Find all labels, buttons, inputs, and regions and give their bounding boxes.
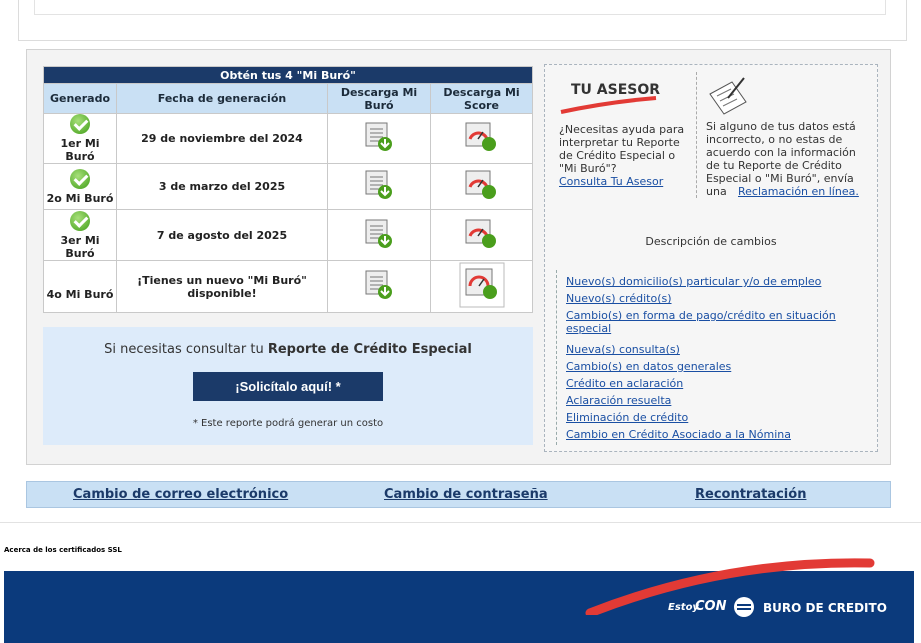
generated-cell: 1er Mi Buró	[43, 113, 117, 164]
header-fecha: Fecha de generación	[116, 83, 328, 114]
download-score-button[interactable]	[430, 113, 533, 164]
download-buro-button[interactable]	[327, 260, 431, 313]
changes-divider	[556, 270, 557, 445]
change-password-link[interactable]: Cambio de contraseña	[384, 487, 548, 502]
top-inner-panel	[34, 0, 886, 15]
download-score-button[interactable]	[430, 209, 533, 261]
request-report-button[interactable]: ¡Solicítalo aquí! *	[193, 372, 383, 401]
download-buro-button[interactable]	[327, 163, 431, 210]
footer-con: CON	[695, 599, 727, 614]
change-link[interactable]: Aclaración resuelta	[566, 394, 671, 407]
report-download-icon[interactable]	[365, 218, 393, 250]
row-label: 1er Mi Buró	[60, 137, 100, 163]
report-download-icon[interactable]	[365, 169, 393, 201]
row-label: 4o Mi Buró	[46, 288, 114, 301]
score-gauge-icon[interactable]	[465, 121, 499, 153]
footer-brand: BURO DE CREDITO	[763, 601, 887, 615]
special-report-text: Si necesitas consultar tu Reporte de Cré…	[43, 342, 533, 357]
download-buro-button[interactable]	[327, 209, 431, 261]
special-text-prefix: Si necesitas consultar tu	[104, 342, 268, 357]
table-row: 4o Mi Buró ¡Tienes un nuevo "Mi Buró" di…	[43, 260, 533, 313]
generated-cell: 3er Mi Buró	[43, 209, 117, 261]
change-link[interactable]: Cambio(s) en datos generales	[566, 360, 731, 373]
change-link[interactable]: Eliminación de crédito	[566, 411, 688, 424]
change-link[interactable]: Cambio(s) en forma de pago/crédito en si…	[566, 309, 836, 335]
changes-title: Descripción de cambios	[645, 235, 777, 248]
change-link[interactable]: Crédito en aclaración	[566, 377, 683, 390]
download-score-button[interactable]	[430, 163, 533, 210]
special-text-bold: Reporte de Crédito Especial	[267, 342, 472, 357]
date-cell: 7 de agosto del 2025	[116, 209, 328, 261]
date-cell: 29 de noviembre del 2024	[116, 113, 328, 164]
score-gauge-icon[interactable]	[465, 218, 499, 250]
generated-cell: 4o Mi Buró	[43, 260, 117, 313]
table-row: 3er Mi Buró 7 de agosto del 2025	[43, 209, 533, 261]
header-descarga-buro: Descarga Mi Buró	[327, 83, 431, 114]
report-download-icon[interactable]	[365, 269, 393, 301]
header-generado: Generado	[43, 83, 117, 114]
generated-cell: 2o Mi Buró	[43, 163, 117, 210]
mi-buro-table: Obtén tus 4 "Mi Buró" Generado Fecha de …	[43, 66, 533, 313]
change-link[interactable]: Nuevo(s) crédito(s)	[566, 292, 672, 305]
check-icon	[70, 168, 90, 189]
ssl-link[interactable]: Acerca de los certificados SSL	[4, 546, 122, 554]
date-cell: 3 de marzo del 2025	[116, 163, 328, 210]
form-pen-icon	[709, 77, 747, 115]
cost-note: * Este reporte podrá generar un costo	[192, 418, 384, 429]
header-descarga-score: Descarga Mi Score	[430, 83, 533, 114]
consulta-asesor-link[interactable]: Consulta Tu Asesor	[559, 175, 663, 188]
change-link[interactable]: Nueva(s) consulta(s)	[566, 343, 680, 356]
download-score-button[interactable]	[430, 260, 533, 313]
score-gauge-icon[interactable]	[459, 262, 505, 308]
change-link[interactable]: Cambio en Crédito Asociado a la Nómina	[566, 428, 791, 441]
row-label: 2o Mi Buró	[46, 191, 114, 205]
table-caption: Obtén tus 4 "Mi Buró"	[43, 66, 533, 84]
check-icon	[70, 210, 90, 231]
separator	[0, 522, 921, 523]
change-email-link[interactable]: Cambio de correo electrónico	[73, 487, 288, 502]
check-icon	[70, 114, 90, 134]
new-mi-buro-text: ¡Tienes un nuevo "Mi Buró" disponible!	[116, 260, 328, 313]
help-divider	[696, 72, 697, 198]
asesor-text: ¿Necesitas ayuda para interpretar tu Rep…	[559, 123, 685, 175]
buro-logo-icon	[734, 597, 754, 617]
tu-asesor-swoosh	[560, 96, 657, 114]
row-label: 3er Mi Buró	[60, 233, 100, 260]
recontratacion-link[interactable]: Recontratación	[695, 487, 806, 502]
score-gauge-icon[interactable]	[465, 169, 499, 201]
table-row: 2o Mi Buró 3 de marzo del 2025	[43, 163, 533, 210]
download-buro-button[interactable]	[327, 113, 431, 164]
reclamacion-link[interactable]: Reclamación en línea.	[738, 185, 859, 198]
changes-list: Nuevo(s) domicilio(s) particular y/o de …	[566, 275, 856, 445]
table-row: 1er Mi Buró 29 de noviembre del 2024	[43, 113, 533, 164]
report-download-icon[interactable]	[365, 121, 393, 153]
change-link[interactable]: Nuevo(s) domicilio(s) particular y/o de …	[566, 275, 821, 288]
